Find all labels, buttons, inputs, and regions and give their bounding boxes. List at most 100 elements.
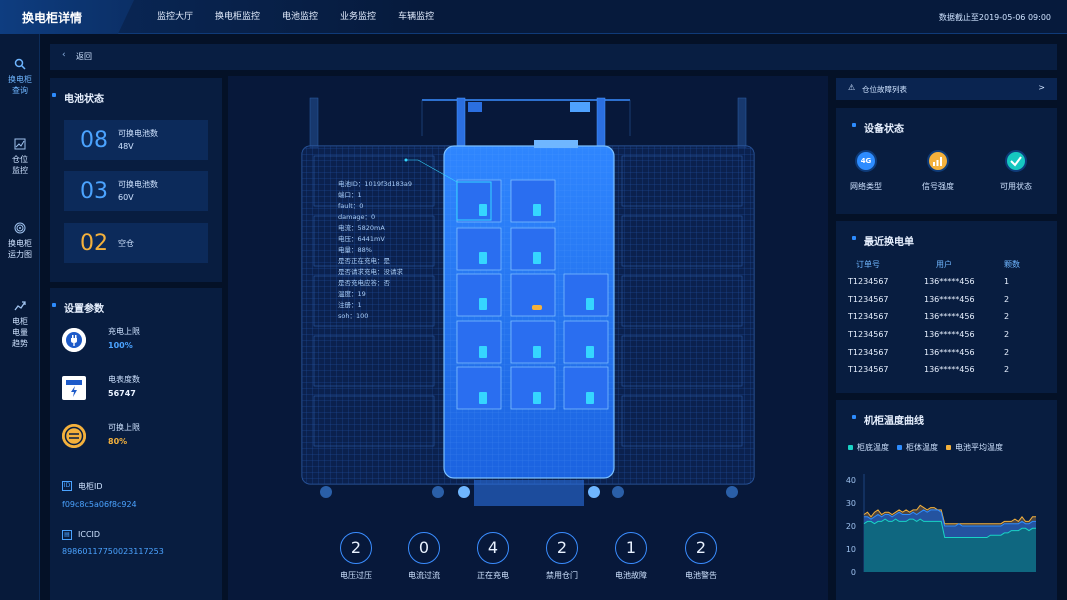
info-line: fault：0	[338, 202, 364, 210]
stat-sub: 60V	[118, 193, 134, 202]
cabinet-id-value: f09c8c5a06f8c924	[62, 500, 137, 509]
cell: T1234567	[848, 365, 889, 375]
iccid-block: ▤ ICCID 89860117750023117253	[62, 530, 164, 556]
sidebar-label: 换电柜	[8, 75, 32, 84]
table-row[interactable]: T1234567 136*****456 1	[848, 277, 1044, 295]
iccid-value: 89860117750023117253	[62, 547, 164, 556]
param-exchange-limit: 可换上限 80%	[62, 422, 212, 462]
nav-item-battery-monitor[interactable]: 电池监控	[271, 0, 329, 34]
legend-item[interactable]: 电池平均温度	[946, 442, 1003, 453]
counter-label: 禁用仓门	[546, 571, 578, 580]
sidebar-label: 仓位	[12, 155, 28, 164]
device-network: 4G 网络类型	[836, 150, 896, 192]
cell: 2	[1004, 294, 1010, 304]
stat-value: 02	[80, 231, 108, 256]
nav-item-cabinet-monitor[interactable]: 换电柜监控	[204, 0, 271, 34]
column-header: 用户	[936, 260, 952, 269]
counter-label: 电池故障	[615, 571, 647, 580]
cell: T1234567	[848, 312, 889, 322]
radar-icon	[14, 222, 26, 234]
counter-value: 2	[546, 532, 578, 564]
temperature-chart: 40 30 20 10 0	[846, 474, 1036, 577]
sidebar-label: 运力图	[8, 250, 32, 259]
table-row[interactable]: T1234567 136*****456 2	[848, 365, 1044, 383]
meter-icon	[62, 376, 86, 400]
counter-battery-fault[interactable]: 1 电池故障	[596, 532, 666, 581]
counter-value: 4	[477, 532, 509, 564]
counter-label: 正在充电	[477, 571, 509, 580]
sidebar-item-power-trend[interactable]: 电柜 电量 趋势	[0, 300, 40, 349]
trend-icon	[14, 301, 26, 311]
counter-disabled-door[interactable]: 2 禁用仓门	[527, 532, 597, 581]
nav-item-business-monitor[interactable]: 业务监控	[329, 0, 387, 34]
top-header: 换电柜详情 监控大厅 换电柜监控 电池监控 业务监控 车辆监控 数据截止至201…	[0, 0, 1067, 34]
info-line: 端口：1	[338, 191, 362, 199]
counter-value: 1	[615, 532, 647, 564]
exchange-icon	[62, 424, 86, 448]
counter-label: 电池警告	[685, 571, 717, 580]
chart-icon	[14, 138, 26, 150]
y-tick-label: 10	[846, 545, 856, 554]
param-value: 100%	[108, 341, 133, 350]
back-link[interactable]: 返回	[76, 51, 92, 62]
nav-item-monitor-hall[interactable]: 监控大厅	[146, 0, 204, 34]
cell: T1234567	[848, 347, 889, 357]
legend-item[interactable]: 柜底温度	[848, 442, 889, 453]
cabinet-id-block: ID 电柜ID f09c8c5a06f8c924	[62, 481, 137, 509]
cell: T1234567	[848, 294, 889, 304]
cabinet-visual-area: 电池ID：1019f3d183a9 端口：1 fault：0 damage：0 …	[228, 76, 828, 600]
info-line: 注册：1	[338, 301, 362, 309]
chevron-left-icon[interactable]: ‹	[62, 50, 66, 60]
cell: 2	[1004, 312, 1010, 322]
app-title-block: 换电柜详情	[0, 0, 134, 34]
stat-value: 03	[80, 179, 108, 204]
table-row[interactable]: T1234567 136*****456 2	[848, 295, 1044, 313]
info-line: 温度：19	[338, 290, 366, 298]
legend-item[interactable]: 柜体温度	[897, 442, 938, 453]
info-line: 是否请求充电：没请求	[338, 268, 403, 276]
fault-list-link[interactable]: ⚠ 仓位故障列表 >	[836, 78, 1057, 100]
counter-charging[interactable]: 4 正在充电	[458, 532, 528, 581]
cell: 136*****456	[924, 365, 975, 375]
table-row[interactable]: T1234567 136*****456 2	[848, 330, 1044, 348]
sidebar-item-slot-monitor[interactable]: 仓位 监控	[0, 138, 40, 176]
sidebar-label: 换电柜	[8, 239, 32, 248]
nav-item-vehicle-monitor[interactable]: 车辆监控	[387, 0, 445, 34]
top-nav: 监控大厅 换电柜监控 电池监控 业务监控 车辆监控	[146, 0, 445, 34]
counter-value: 2	[685, 532, 717, 564]
cell: 136*****456	[924, 277, 975, 286]
device-label: 可用状态	[1000, 182, 1032, 191]
stat-box-48v: 08 可换电池数 48V	[64, 120, 208, 160]
table-row[interactable]: T1234567 136*****456 2	[848, 312, 1044, 330]
counter-battery-warning[interactable]: 2 电池警告	[666, 532, 736, 581]
stat-label: 空仓	[118, 239, 134, 248]
counter-label: 电压过压	[340, 571, 372, 580]
sidebar-label: 监控	[12, 166, 28, 175]
cell: 136*****456	[924, 347, 975, 357]
counter-label: 电流过流	[408, 571, 440, 580]
stat-box-60v: 03 可换电池数 60V	[64, 171, 208, 211]
stat-value: 08	[80, 128, 108, 153]
cell: 1	[1004, 277, 1010, 286]
device-signal: 信号强度	[908, 150, 968, 192]
orders-table: 订单号 用户 颗数 T1234567 136*****456 1 T1234567 1…	[848, 259, 1044, 383]
sidebar-label: 电量	[12, 328, 28, 337]
sidebar-item-capacity-map[interactable]: 换电柜 运力图	[0, 222, 40, 260]
param-label: 电表度数	[108, 375, 140, 384]
stat-sub: 48V	[118, 142, 134, 151]
cell: 136*****456	[924, 312, 975, 322]
sidebar-item-cabinet-query[interactable]: 换电柜 查询	[0, 58, 40, 96]
sidebar-label: 查询	[12, 86, 28, 95]
chevron-right-icon[interactable]: >	[1038, 83, 1045, 92]
cell: 136*****456	[924, 330, 975, 340]
id-icon: ID	[62, 481, 72, 491]
plug-icon	[62, 328, 86, 352]
counter-overvoltage[interactable]: 2 电压过压	[321, 532, 391, 581]
y-tick-label: 30	[846, 499, 856, 508]
cell: T1234567	[848, 277, 889, 286]
table-row[interactable]: T1234567 136*****456 2	[848, 348, 1044, 366]
legend-label: 电池平均温度	[955, 443, 1003, 452]
device-availability: 可用状态	[986, 150, 1046, 192]
counter-overcurrent[interactable]: 0 电流过流	[389, 532, 459, 581]
panel-title: 设备状态	[852, 120, 904, 135]
